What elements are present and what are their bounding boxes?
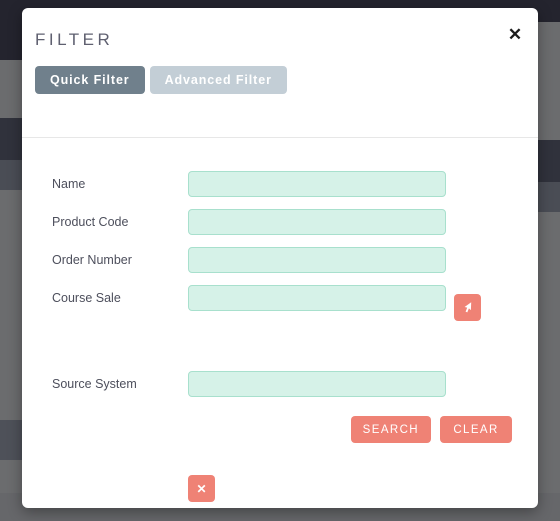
label-name: Name <box>52 177 86 191</box>
clear-button[interactable]: CLEAR <box>440 416 512 443</box>
form-row-course-sale: Course Sale ✕ <box>22 285 538 502</box>
modal-body: Name Product Code Order Number Course Sa… <box>22 138 538 507</box>
app-sidebar <box>0 0 22 521</box>
label-product-code: Product Code <box>52 215 129 229</box>
cursor-arrow-icon[interactable] <box>454 294 481 321</box>
source-system-input[interactable] <box>188 371 446 397</box>
overlay-right-band-a <box>538 140 560 182</box>
form-row-order-number: Order Number <box>22 247 538 273</box>
sidebar-band-a <box>0 118 22 160</box>
course-sale-input[interactable] <box>188 285 446 311</box>
form-row-name: Name <box>22 171 538 197</box>
sidebar-band-top <box>0 0 22 60</box>
close-icon[interactable]: ✕ <box>504 24 526 46</box>
form-row-source-system: Source System <box>22 371 538 397</box>
order-number-input[interactable] <box>188 247 446 273</box>
overlay-right-band-b <box>538 182 560 212</box>
tab-advanced-filter[interactable]: Advanced Filter <box>149 66 287 94</box>
form-row-product-code: Product Code <box>22 209 538 235</box>
tab-quick-filter[interactable]: Quick Filter <box>35 66 145 94</box>
filter-tabs: Quick Filter Advanced Filter <box>35 66 287 94</box>
label-course-sale: Course Sale <box>52 291 121 305</box>
label-order-number: Order Number <box>52 253 132 267</box>
sidebar-band-c <box>0 420 22 460</box>
label-source-system: Source System <box>52 377 137 391</box>
name-input[interactable] <box>188 171 446 197</box>
remove-course-sale-button[interactable]: ✕ <box>188 475 215 502</box>
filter-modal: FILTER ✕ Quick Filter Advanced Filter Na… <box>22 8 538 508</box>
product-code-input[interactable] <box>188 209 446 235</box>
modal-header: FILTER ✕ Quick Filter Advanced Filter <box>22 8 538 138</box>
search-button[interactable]: SEARCH <box>350 416 431 443</box>
modal-actions: SEARCH CLEAR <box>22 416 538 443</box>
overlay-right <box>538 22 560 521</box>
sidebar-band-b <box>0 160 22 190</box>
page-title: FILTER <box>35 30 114 49</box>
